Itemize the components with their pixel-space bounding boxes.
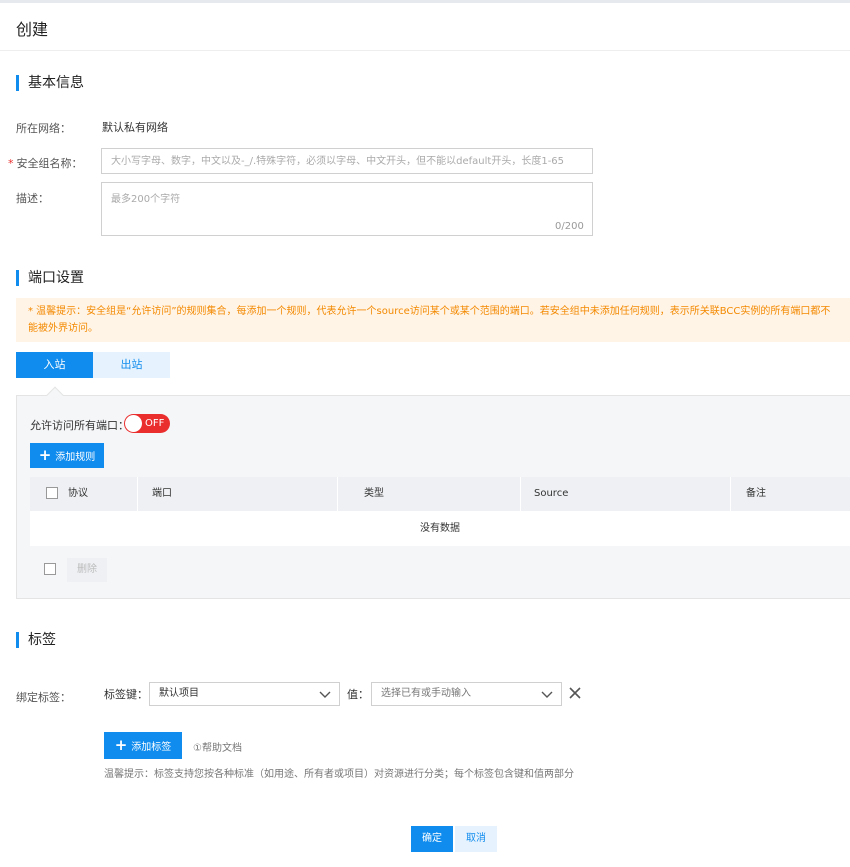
top-divider (0, 0, 850, 3)
toggle-knob (125, 415, 142, 432)
allow-all-ports-label: 允许访问所有端口： (30, 419, 129, 432)
add-rule-button[interactable]: + 添加规则 (30, 443, 104, 468)
table-empty-message: 没有数据 (30, 511, 850, 546)
column-divider (730, 477, 731, 511)
network-label: 所在网络： (16, 122, 71, 135)
column-header-protocol: 协议 (68, 488, 88, 499)
section-title-tags: 标签 (16, 631, 56, 649)
confirm-button[interactable]: 确定 (411, 826, 453, 852)
section-title-port-settings: 端口设置 (16, 269, 84, 287)
tag-value-placeholder: 选择已有或手动输入 (381, 688, 471, 699)
page-title: 创建 (16, 20, 49, 39)
cancel-button[interactable]: 取消 (455, 826, 497, 852)
warning-line-2: 能被外界访问。 (28, 323, 98, 334)
security-group-name-label-text: 安全组名称： (16, 157, 83, 170)
column-header-port: 端口 (152, 488, 172, 499)
column-header-remark: 备注 (746, 488, 766, 499)
close-icon[interactable] (568, 686, 582, 700)
bulk-select-checkbox[interactable] (44, 563, 56, 575)
column-header-source: Source (534, 488, 569, 499)
description-label: 描述： (16, 192, 49, 205)
required-mark: * (8, 157, 14, 170)
rules-table-header: 协议 端口 类型 Source 备注 (30, 477, 850, 511)
tag-key-label: 标签键： (104, 688, 148, 701)
plus-icon: + (114, 736, 128, 754)
chevron-down-icon (541, 691, 553, 698)
delete-button[interactable]: 删除 (67, 558, 107, 582)
add-rule-label: 添加规则 (55, 452, 96, 463)
help-docs-link[interactable]: ①帮助文档 (193, 739, 242, 754)
tag-value-select[interactable]: 选择已有或手动输入 (371, 682, 562, 706)
add-tag-label: 添加标签 (131, 742, 172, 753)
allow-all-ports-toggle[interactable]: OFF (124, 414, 170, 433)
warning-line-1: * 温馨提示：安全组是“允许访问”的规则集合，每添加一个规则，代表允许一个sou… (28, 306, 831, 317)
toggle-state-text: OFF (145, 418, 165, 429)
tab-inbound[interactable]: 入站 (16, 352, 93, 378)
tag-value-label: 值： (347, 688, 369, 701)
column-divider (337, 477, 338, 511)
plus-icon: + (38, 446, 52, 464)
network-value: 默认私有网络 (102, 121, 168, 134)
security-group-name-input[interactable] (101, 148, 593, 174)
tab-outbound[interactable]: 出站 (93, 352, 170, 378)
section-title-basic-info: 基本信息 (16, 74, 84, 92)
tag-key-value: 默认项目 (159, 688, 199, 699)
chevron-down-icon (319, 691, 331, 698)
description-textarea[interactable] (101, 182, 593, 236)
tag-key-select[interactable]: 默认项目 (149, 682, 340, 706)
warning-banner: * 温馨提示：安全组是“允许访问”的规则集合，每添加一个规则，代表允许一个sou… (16, 298, 850, 342)
add-tag-button[interactable]: + 添加标签 (104, 732, 182, 759)
column-header-type: 类型 (364, 488, 384, 499)
security-group-name-label: * 安全组名称： (8, 155, 83, 171)
header-divider (0, 50, 850, 51)
bind-tags-label: 绑定标签： (16, 691, 71, 704)
tag-tip: 温馨提示：标签支持您按各种标准（如用途、所有者或项目）对资源进行分类；每个标签包… (104, 769, 574, 780)
description-counter: 0/200 (555, 221, 584, 232)
